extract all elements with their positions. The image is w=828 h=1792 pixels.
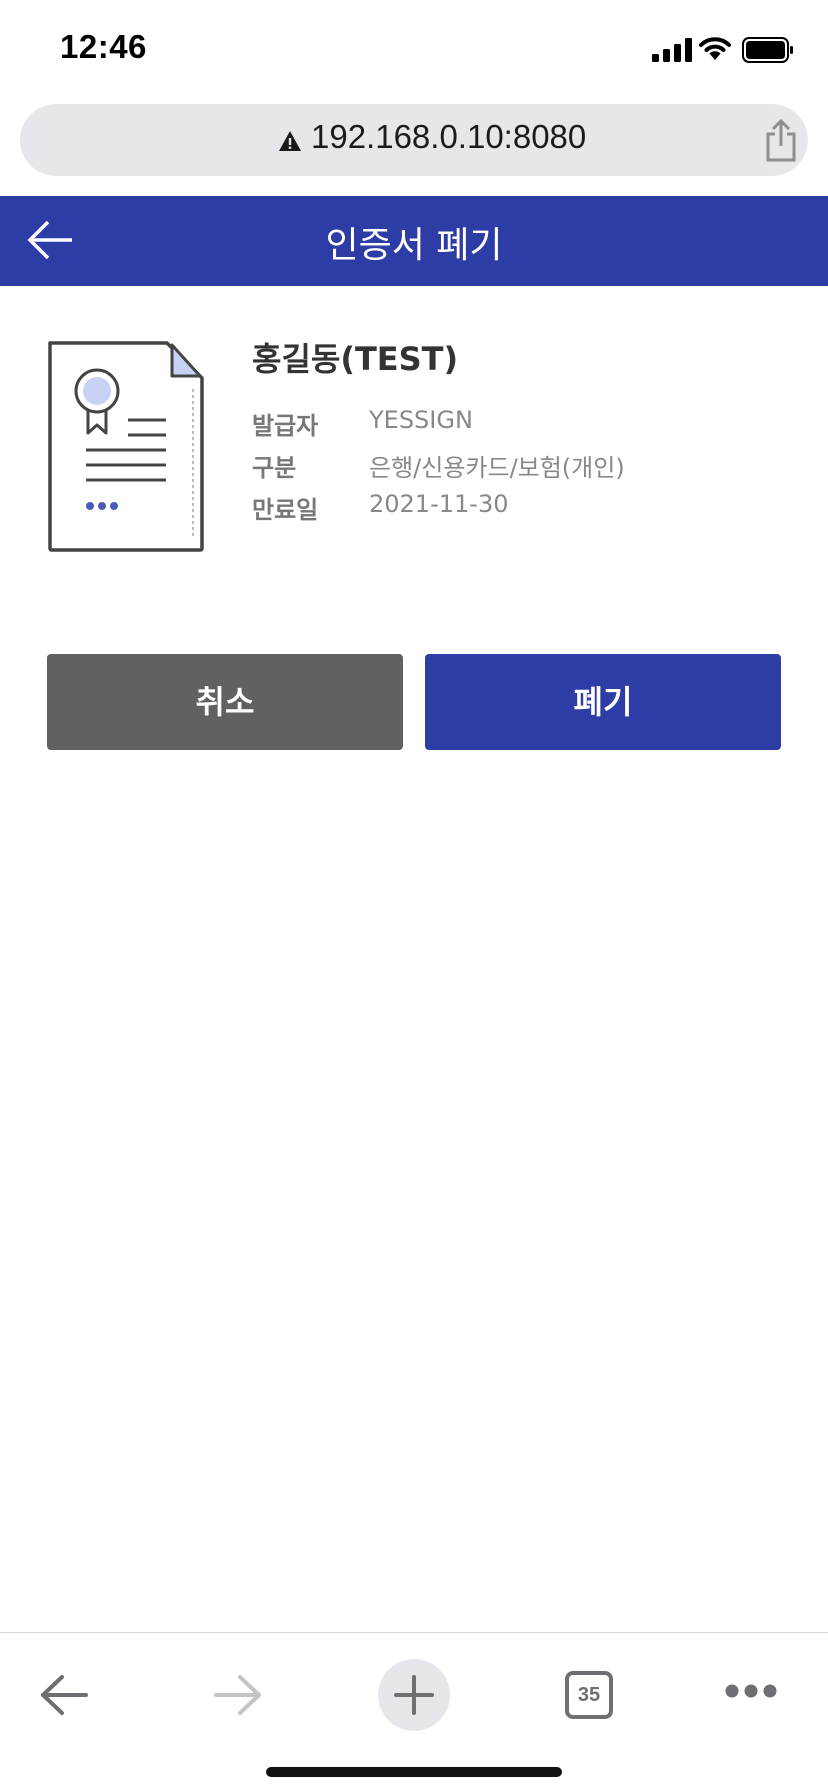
expiry-value: 2021-11-30 [369, 490, 509, 518]
status-bar: 12:46 [0, 0, 828, 98]
share-icon[interactable] [763, 118, 799, 162]
category-value: 은행/신용카드/보험(개인) [369, 454, 625, 482]
back-arrow-icon[interactable] [26, 218, 74, 262]
expiry-label: 만료일 [252, 496, 319, 524]
cancel-button[interactable]: 취소 [47, 654, 403, 750]
browser-forward-icon[interactable] [212, 1673, 264, 1717]
browser-back-icon[interactable] [38, 1673, 90, 1717]
warning-icon [279, 131, 301, 151]
page-title: 인증서 폐기 [325, 225, 503, 266]
plus-icon [394, 1675, 434, 1715]
status-time: 12:46 [60, 28, 147, 65]
certificate-name: 홍길동(TEST) [252, 340, 459, 378]
tab-count-button[interactable]: 35 [565, 1671, 613, 1719]
issuer-label: 발급자 [252, 412, 319, 440]
category-label: 구분 [252, 454, 297, 482]
new-tab-button[interactable] [378, 1659, 450, 1731]
app-header: 인증서 폐기 [0, 196, 828, 286]
home-indicator [266, 1767, 562, 1777]
certificate-icon [48, 341, 204, 552]
wifi-icon [699, 37, 731, 60]
url-text: 192.168.0.10:8080 [311, 118, 587, 155]
browser-toolbar: 35 [0, 1632, 828, 1792]
more-options-icon[interactable] [724, 1683, 778, 1699]
revoke-button[interactable]: 폐기 [425, 654, 781, 750]
issuer-value: YESSIGN [369, 406, 473, 434]
battery-icon [742, 37, 793, 63]
url-bar[interactable]: 192.168.0.10:8080 [20, 104, 808, 176]
cellular-signal-icon [652, 38, 692, 62]
